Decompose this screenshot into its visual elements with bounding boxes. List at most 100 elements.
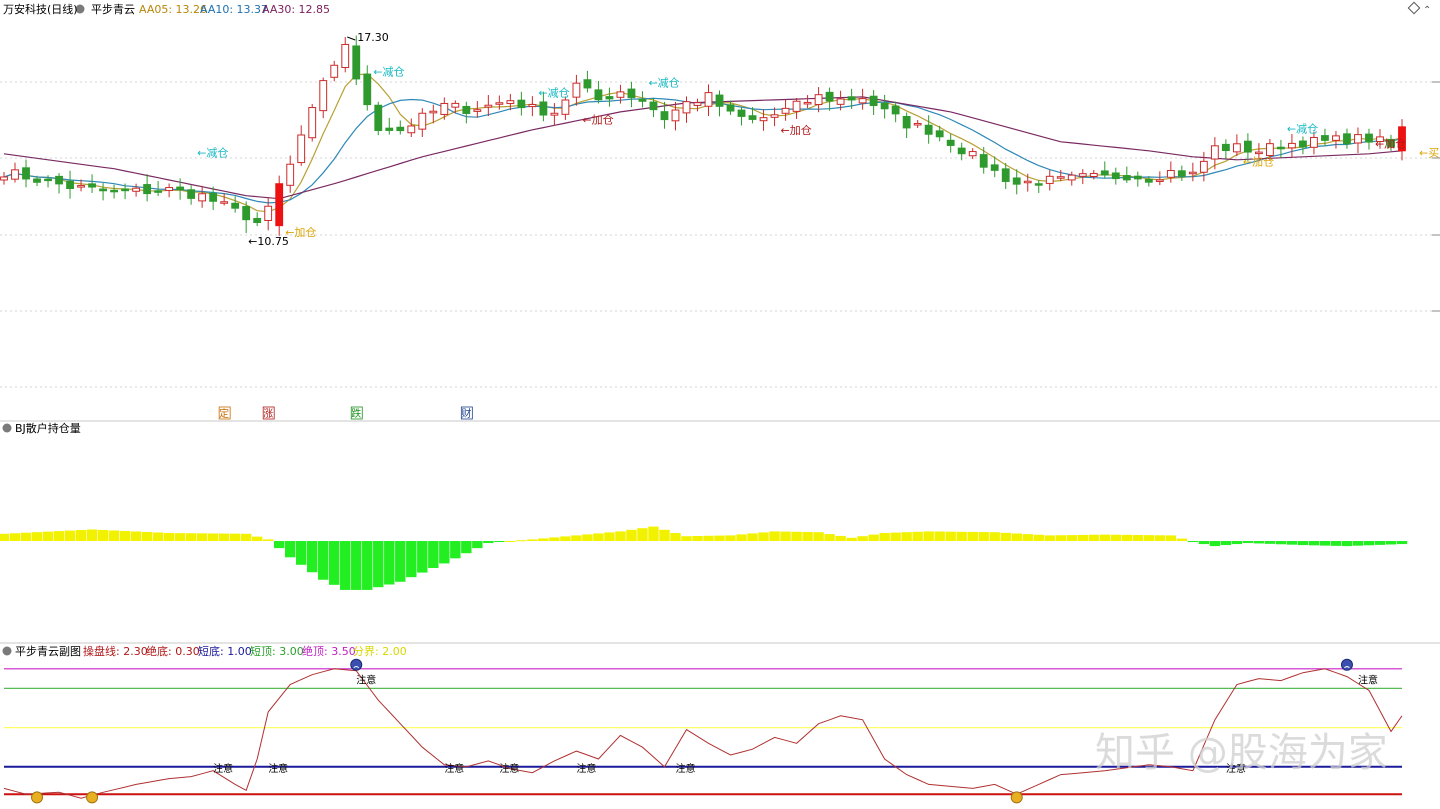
sad-face-icon (1340, 658, 1353, 671)
candle-body (1210, 145, 1219, 160)
holdings-bar (152, 532, 164, 541)
holdings-bar (604, 532, 615, 541)
osc-note: 注意 (213, 762, 233, 775)
holdings-bar (1297, 541, 1309, 546)
holdings-bar (615, 531, 626, 541)
candle-body (319, 80, 328, 112)
holdings-bar (351, 541, 362, 590)
holdings-bar (31, 532, 43, 541)
candle-body (198, 193, 207, 202)
candle-body (891, 105, 900, 115)
holdings-bar (1396, 541, 1408, 545)
candle-body (616, 91, 625, 98)
holdings-bar (340, 541, 351, 590)
candle-body (374, 104, 383, 131)
holdings-bar (1132, 535, 1144, 541)
candle-body (1166, 170, 1175, 178)
candle-body (429, 110, 438, 114)
holdings-bar (1209, 541, 1221, 547)
holdings-bar (130, 531, 142, 541)
candle-body (1288, 142, 1296, 149)
ma5-readout: AA05: 13.26 (139, 3, 207, 16)
signal-label: ←买入 (1419, 146, 1440, 159)
indicator-toggle-icon[interactable] (2, 646, 12, 656)
candle-body (253, 217, 262, 224)
chevron-up-icon[interactable]: ⌃ (1423, 5, 1431, 16)
holdings-bar (417, 541, 428, 573)
candle-body (836, 98, 845, 105)
candle-body (858, 98, 867, 104)
holdings-bar (769, 531, 780, 541)
holdings-bar (218, 533, 230, 541)
holdings-bar (692, 536, 703, 541)
holdings-bar (439, 541, 450, 564)
indicator-toggle-icon[interactable] (2, 423, 12, 433)
osc-note: 注意 (444, 762, 464, 775)
candle-body (1012, 177, 1021, 185)
holdings-bar (1044, 535, 1055, 541)
candle-body (748, 115, 757, 120)
holdings-bar (97, 529, 109, 541)
signal-label: ←减仓 (197, 145, 228, 159)
osc-header: 平步青云副图 操盘线: 2.30 绝底: 0.30 短底: 1.00 短顶: 3… (2, 644, 407, 658)
holdings-bar (273, 541, 285, 549)
holdings-bar (714, 535, 725, 541)
candle-body (473, 109, 482, 112)
candle-body (363, 73, 372, 106)
candle-body (484, 104, 493, 108)
holdings-bar (879, 533, 890, 541)
candle-body (121, 188, 129, 192)
holdings-bar (185, 533, 197, 541)
holdings-bar (1286, 541, 1298, 545)
holdings-bar (1055, 535, 1066, 541)
holdings-bar (934, 531, 945, 541)
candle-body (1111, 172, 1120, 180)
holdings-bar (835, 535, 846, 541)
holdings-bar (802, 532, 813, 541)
candle-body (165, 187, 174, 192)
candle-body (693, 102, 702, 106)
candle-body (1144, 178, 1153, 183)
candle-body (792, 100, 801, 112)
event-badge-label: 定 (219, 407, 229, 420)
holdings-bar (75, 530, 87, 541)
holdings-bar (758, 532, 769, 541)
holdings-bar (1231, 541, 1243, 545)
holdings-bar (141, 531, 153, 541)
signal-label: ←减仓 (373, 64, 404, 78)
holdings-bar (1099, 534, 1110, 541)
candle-body (1365, 133, 1373, 143)
osc-param-absbottom: 绝底: 0.30 (146, 644, 200, 658)
candle-body (1265, 143, 1274, 157)
candle-body (33, 178, 41, 183)
candle-body (297, 134, 306, 164)
candle-body (1299, 140, 1307, 148)
signal-label: ←减仓 (538, 85, 569, 99)
candle-body (77, 185, 85, 188)
stock-chart[interactable]: 万安科技(日线) 平步青云 AA05: 13.26 AA10: 13.37 AA… (0, 0, 1440, 809)
candle-body (539, 101, 548, 116)
candle-body (396, 126, 405, 132)
candle-body (1078, 173, 1087, 177)
candle-body (132, 187, 141, 192)
osc-note: 注意 (499, 762, 519, 775)
candle-body (1177, 170, 1186, 177)
candle-body (220, 201, 229, 204)
holdings-bar (296, 541, 307, 565)
holdings-bar (329, 541, 340, 585)
holdings-bar (1077, 534, 1088, 541)
holdings-bar (527, 539, 538, 541)
candle-body (286, 163, 295, 186)
osc-note: 注意 (356, 674, 376, 687)
holdings-bar (1385, 541, 1397, 545)
candle-body (517, 99, 526, 109)
candle-body (1067, 174, 1076, 181)
holdings-bar (119, 530, 131, 541)
holdings-bar (9, 533, 21, 541)
holdings-bar (681, 536, 692, 541)
candle-body (814, 94, 823, 106)
signal-label: ←加仓 (781, 123, 812, 137)
candle-body (913, 122, 922, 126)
holdings-bar (318, 541, 329, 580)
holdings-bar (780, 531, 791, 541)
